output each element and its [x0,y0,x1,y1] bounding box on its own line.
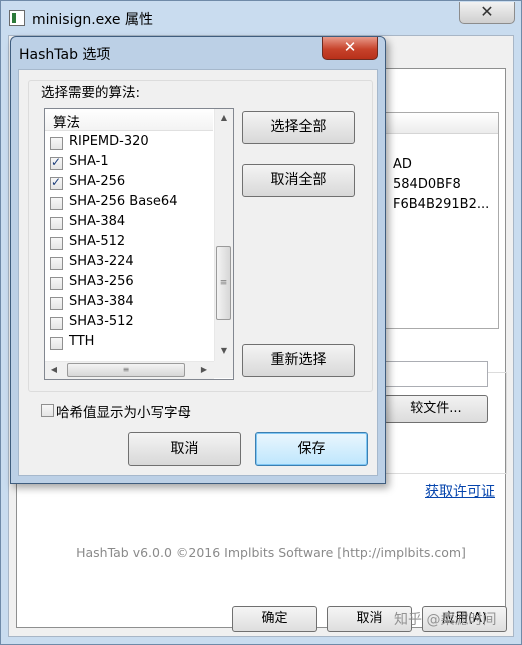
algorithm-column-header[interactable]: 算法 [45,109,213,131]
algorithm-column-label: 算法 [53,115,80,131]
algorithm-label: SHA3-512 [69,314,134,329]
vertical-scroll-thumb[interactable]: ≡ [216,246,231,320]
scroll-up-icon[interactable]: ▲ [215,110,233,126]
algorithm-item[interactable]: SHA3-384 [50,293,213,313]
algorithm-item[interactable]: SHA-512 [50,233,213,253]
save-button[interactable]: 保存 [255,432,368,466]
dialog-title: HashTab 选项 [19,47,111,63]
algorithm-item[interactable]: RIPEMD-320 [50,133,213,153]
algorithm-label: SHA-512 [69,234,126,249]
get-license-link[interactable]: 获取许可证 [425,481,495,501]
lowercase-label: 哈希值显示为小写字母 [56,405,191,421]
algorithm-checkbox[interactable] [50,277,63,290]
algorithm-checkbox[interactable] [50,237,63,250]
algorithm-item[interactable]: SHA3-224 [50,253,213,273]
hash-value: F6B4B291B2... [393,197,490,212]
algorithm-item[interactable]: SHA-1 [50,153,213,173]
hash-results-list[interactable] [377,112,499,329]
algorithm-group-label: 选择需要的算法: [39,81,143,101]
scroll-left-icon[interactable]: ◀ [45,362,63,378]
compare-file-button[interactable]: 较文件... [384,395,488,423]
algorithm-item[interactable]: TTH [50,333,213,353]
hash-value: 584D0BF8 [393,177,461,192]
dialog-cancel-button[interactable]: 取消 [128,432,241,466]
algorithm-item[interactable]: SHA3-512 [50,313,213,333]
close-icon: ✕ [480,2,494,21]
algorithm-checkbox[interactable] [50,297,63,310]
algorithm-checkbox[interactable] [50,197,63,210]
deselect-all-button[interactable]: 取消全部 [242,164,355,197]
algorithm-item[interactable]: SHA-256 [50,173,213,193]
hashtab-footer: HashTab v6.0.0 ©2016 Implbits Software [… [76,545,466,560]
algorithm-label: SHA-384 [69,214,126,229]
algorithm-label: SHA-256 [69,174,126,189]
watermark: 知乎 @柔滤时间 [394,612,497,628]
algorithm-list[interactable]: 算法 RIPEMD-320 SHA-1 SHA-256 SHA-256 Base64 S… [44,108,234,380]
dialog-client-area: 选择需要的算法: 算法 RIPEMD-320 SHA-1 SHA-256 SHA-25… [18,69,378,476]
reselect-button[interactable]: 重新选择 [242,344,355,377]
hash-compare-input[interactable] [382,361,488,387]
algorithm-label: SHA-1 [69,154,109,169]
dialog-close-button[interactable]: ✕ [322,37,378,60]
hash-results-header [378,113,498,134]
properties-close-button[interactable]: ✕ [459,2,515,24]
close-icon: ✕ [343,38,357,56]
horizontal-scrollbar[interactable]: ◀ ≡ ▶ [45,361,214,379]
algorithm-label: SHA3-224 [69,254,134,269]
horizontal-scroll-thumb[interactable]: ≡ [67,363,185,377]
algorithm-item[interactable]: SHA-256 Base64 [50,193,213,213]
ok-button[interactable]: 确定 [232,606,317,632]
algorithm-item[interactable]: SHA3-256 [50,273,213,293]
hash-value: AD [393,157,412,172]
scroll-corner [214,361,233,378]
algorithm-checkbox[interactable] [50,317,63,330]
lowercase-checkbox[interactable] [41,404,54,417]
file-compare-group [369,372,507,474]
algorithm-checkbox[interactable] [50,257,63,270]
algorithm-checkbox[interactable] [50,217,63,230]
algorithm-label: SHA3-384 [69,294,134,309]
algorithm-checkbox[interactable] [50,155,63,170]
properties-title: minisign.exe 属性 [32,12,153,28]
hashtab-options-dialog: HashTab 选项 ✕ 选择需要的算法: 算法 RIPEMD-320 SHA-1… [10,36,386,484]
algorithm-label: TTH [69,334,95,349]
scroll-down-icon[interactable]: ▼ [215,343,233,359]
algorithm-checkbox[interactable] [50,137,63,150]
algorithm-label: RIPEMD-320 [69,134,149,149]
algorithm-item[interactable]: SHA-384 [50,213,213,233]
app-icon [9,10,25,26]
scroll-right-icon[interactable]: ▶ [195,362,213,378]
select-all-button[interactable]: 选择全部 [242,111,355,144]
algorithm-checkbox[interactable] [50,337,63,350]
algorithm-checkbox[interactable] [50,175,63,190]
algorithm-label: SHA-256 Base64 [69,194,178,209]
algorithm-label: SHA3-256 [69,274,134,289]
vertical-scrollbar[interactable]: ▲ ≡ ▼ [214,109,233,361]
properties-titlebar: minisign.exe 属性 ✕ [1,1,521,35]
